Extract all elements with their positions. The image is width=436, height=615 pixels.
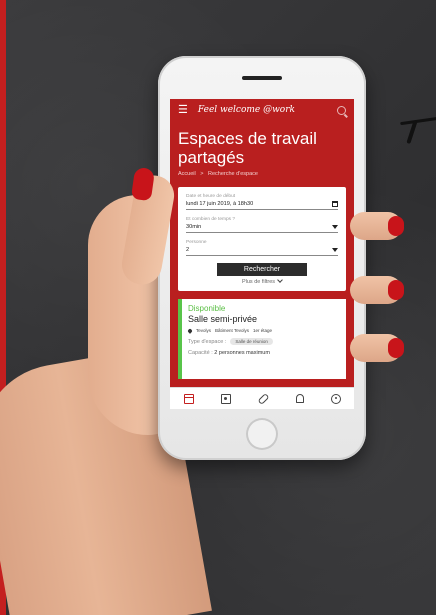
phone-screen: ☰ Feel welcome @work Espaces de travail …: [170, 99, 354, 409]
home-button[interactable]: [246, 418, 278, 450]
phone-speaker: [242, 76, 282, 80]
date-field[interactable]: Date et heure de début lundi 17 juin 201…: [186, 194, 338, 210]
fingernail: [388, 216, 404, 236]
bell-icon[interactable]: [295, 394, 304, 403]
chevron-down-icon[interactable]: [277, 277, 283, 283]
more-filters-label[interactable]: Plus de filtres: [242, 279, 275, 285]
persons-label: Personne: [186, 240, 207, 245]
persons-select[interactable]: Personne 2: [186, 240, 338, 256]
location-pin-icon: [187, 327, 193, 334]
room-capacity: Capacité : 2 personnes maximum: [188, 350, 340, 356]
calendar-icon[interactable]: [332, 201, 338, 207]
result-card[interactable]: Disponible Salle semi-privée Tevolys Bât…: [178, 299, 346, 379]
chevron-down-icon[interactable]: [332, 225, 338, 229]
room-type: Type d'espace : Salle de réunion: [188, 338, 340, 345]
search-form: Date et heure de début lundi 17 juin 201…: [178, 187, 346, 291]
duration-value[interactable]: 30min: [186, 224, 201, 230]
card-icon[interactable]: [183, 393, 194, 404]
finger: [350, 334, 404, 362]
user-icon[interactable]: [330, 393, 341, 404]
breadcrumb-separator: >: [200, 171, 204, 177]
location-floor: 1er étage: [252, 328, 272, 333]
type-pill: Salle de réunion: [230, 338, 273, 345]
chevron-down-icon[interactable]: [332, 248, 338, 252]
search-icon[interactable]: [337, 105, 346, 115]
room-location: Tevolys Bâtiment Tevolys 1er étage: [187, 327, 340, 334]
page-title: Espaces de travail partagés: [178, 129, 317, 167]
location-building: Bâtiment Tevolys: [215, 328, 249, 333]
date-label: Date et heure de début: [186, 194, 236, 199]
finger: [350, 276, 404, 304]
fingernail: [388, 338, 404, 358]
more-filters-link[interactable]: Plus de filtres: [186, 277, 338, 285]
menu-icon[interactable]: ☰: [178, 104, 188, 116]
app-topbar: ☰ Feel welcome @work: [170, 99, 354, 121]
bottom-tabbar: [170, 387, 354, 409]
phone: ☰ Feel welcome @work Espaces de travail …: [158, 56, 366, 460]
room-name[interactable]: Salle semi-privée: [188, 314, 340, 324]
link-icon[interactable]: [256, 392, 270, 405]
finger: [350, 212, 404, 240]
breadcrumb-home[interactable]: Accueil: [178, 171, 196, 177]
type-label: Type d'espace :: [188, 338, 227, 345]
fingernail: [388, 280, 404, 300]
app-brand: Feel welcome @work: [197, 105, 295, 115]
date-value[interactable]: lundi 17 juin 2019, à 18h30: [186, 201, 253, 207]
duration-label: Et combien de temps ?: [186, 217, 236, 222]
search-button[interactable]: Rechercher: [217, 263, 307, 276]
badge-icon[interactable]: [220, 393, 231, 404]
duration-select[interactable]: Et combien de temps ? 30min: [186, 217, 338, 233]
breadcrumb: Accueil > Recherche d'espace: [170, 167, 354, 183]
capacity-value: 2 personnes maximum: [214, 350, 270, 356]
persons-value[interactable]: 2: [186, 247, 189, 253]
status-badge: Disponible: [188, 304, 226, 313]
capacity-label: Capacité :: [188, 350, 213, 356]
breadcrumb-current: Recherche d'espace: [208, 171, 258, 177]
location-site: Tevolys: [196, 328, 212, 333]
